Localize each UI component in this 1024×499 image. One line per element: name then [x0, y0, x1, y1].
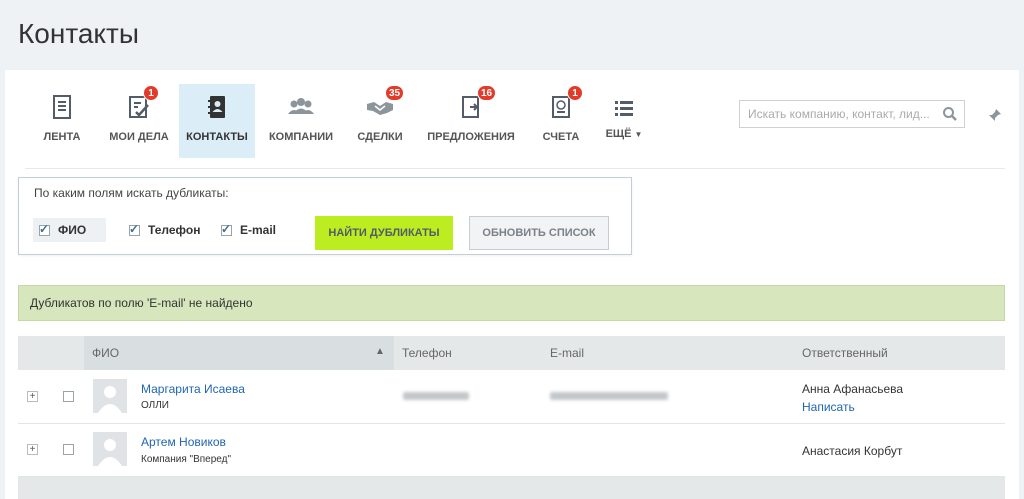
- check-icon: ✓: [221, 221, 232, 236]
- nav-item-more[interactable]: ЕЩЁ ▼: [593, 84, 655, 158]
- nav-item-invoices[interactable]: 1 СЧЕТА: [529, 84, 593, 158]
- phone-hidden-value: [403, 392, 469, 400]
- checkbox-phone[interactable]: ✓ Телефон: [129, 218, 200, 242]
- nav-label: КОНТАКТЫ: [186, 131, 248, 143]
- grid-footer: [18, 477, 1005, 499]
- more-label: ЕЩЁ: [605, 128, 632, 140]
- table-row: + Артем Новиков Компания "Вперед" Анаста…: [18, 424, 1005, 477]
- search-input[interactable]: [740, 101, 952, 127]
- contact-company: ОЛЛИ: [141, 400, 169, 411]
- column-header-phone[interactable]: Телефон: [402, 346, 452, 360]
- sort-up-icon[interactable]: ▲: [375, 346, 385, 357]
- find-duplicates-button[interactable]: НАЙТИ ДУБЛИКАТЫ: [315, 216, 453, 250]
- contact-name-link[interactable]: Артем Новиков: [141, 435, 226, 449]
- nav-label: ЛЕНТА: [43, 131, 81, 143]
- nav-item-my-tasks[interactable]: 1 МОИ ДЕЛА: [99, 84, 179, 158]
- refresh-list-button[interactable]: ОБНОВИТЬ СПИСОК: [469, 216, 609, 250]
- nav-label: МОИ ДЕЛА: [109, 131, 169, 143]
- nav-item-contacts[interactable]: КОНТАКТЫ: [179, 84, 255, 158]
- check-icon: ✓: [129, 221, 140, 236]
- user-placeholder-icon: [98, 386, 122, 413]
- table-row: + Маргарита Исаева ОЛЛИ Анна Афанасьева …: [18, 371, 1005, 424]
- search-box: [739, 100, 965, 128]
- checkbox-label: E-mail: [240, 223, 277, 237]
- tasks-counter-badge: 1: [143, 85, 159, 101]
- caret-down-icon: ▼: [634, 130, 643, 139]
- checkbox[interactable]: ✓: [39, 221, 50, 236]
- nav-label: ПРЕДЛОЖЕНИЯ: [427, 131, 515, 143]
- checkbox-label: Телефон: [148, 223, 201, 237]
- page-title: Контакты: [18, 18, 139, 49]
- nav-label-more: ЕЩЁ ▼: [593, 128, 655, 140]
- feed-icon: [53, 95, 71, 119]
- column-header-responsible[interactable]: Ответственный: [802, 346, 888, 360]
- avatar: [93, 379, 127, 413]
- checkbox[interactable]: ✓: [221, 221, 232, 236]
- expand-icon[interactable]: +: [27, 391, 38, 402]
- contact-company: Компания "Вперед": [141, 454, 232, 465]
- nav-label: СДЕЛКИ: [357, 131, 403, 143]
- email-hidden-value: [550, 392, 668, 400]
- checkbox-label: ФИО: [58, 223, 87, 237]
- row-checkbox[interactable]: [63, 444, 74, 455]
- row-checkbox[interactable]: [63, 391, 74, 402]
- responsible-name: Анастасия Корбут: [802, 444, 903, 458]
- offers-counter-badge: 16: [477, 85, 497, 101]
- checkbox-email[interactable]: ✓ E-mail: [221, 218, 276, 242]
- responsible-name: Анна Афанасьева: [802, 382, 904, 396]
- check-icon: ✓: [39, 221, 50, 236]
- main-panel: ЛЕНТА 1 МОИ ДЕЛА КОНТАКТЫ КОМПАНИИ 35 СД…: [5, 70, 1019, 499]
- column-header-email[interactable]: E-mail: [550, 346, 584, 360]
- contacts-book-icon: [208, 96, 225, 118]
- nav-item-feed[interactable]: ЛЕНТА: [25, 84, 99, 158]
- write-message-link[interactable]: Написать: [802, 400, 855, 414]
- checkbox[interactable]: ✓: [129, 221, 140, 236]
- divider: [25, 168, 1005, 169]
- avatar: [93, 432, 127, 466]
- notice-message: Дубликатов по полю 'E-mail' не найдено: [18, 285, 1005, 321]
- duplicate-search-title: По каким полям искать дубликаты:: [34, 186, 229, 200]
- nav-item-offers[interactable]: 16 ПРЕДЛОЖЕНИЯ: [413, 84, 529, 158]
- column-header-name[interactable]: ФИО: [92, 346, 119, 360]
- sorted-column-bg: [84, 336, 394, 370]
- nav-item-deals[interactable]: 35 СДЕЛКИ: [347, 84, 413, 158]
- contact-name-link[interactable]: Маргарита Исаева: [141, 382, 245, 396]
- nav-item-companies[interactable]: КОМПАНИИ: [255, 84, 347, 158]
- top-navigation: ЛЕНТА 1 МОИ ДЕЛА КОНТАКТЫ КОМПАНИИ 35 СД…: [25, 84, 655, 160]
- nav-label: КОМПАНИИ: [268, 131, 334, 143]
- checkbox-fio[interactable]: ✓ ФИО: [33, 218, 106, 242]
- nav-label: СЧЕТА: [542, 131, 580, 143]
- user-placeholder-icon: [98, 439, 122, 466]
- search-icon[interactable]: [942, 106, 958, 122]
- expand-icon[interactable]: +: [27, 444, 38, 455]
- invoices-counter-badge: 1: [567, 85, 583, 101]
- list-menu-icon: [615, 101, 633, 116]
- duplicate-search-panel: По каким полям искать дубликаты: ✓ ФИО ✓…: [18, 177, 632, 255]
- deals-counter-badge: 35: [385, 85, 405, 101]
- companies-people-icon: [288, 98, 314, 114]
- grid-header: ФИО ▲ Телефон E-mail Ответственный: [18, 336, 1005, 370]
- pin-icon[interactable]: [988, 108, 1002, 122]
